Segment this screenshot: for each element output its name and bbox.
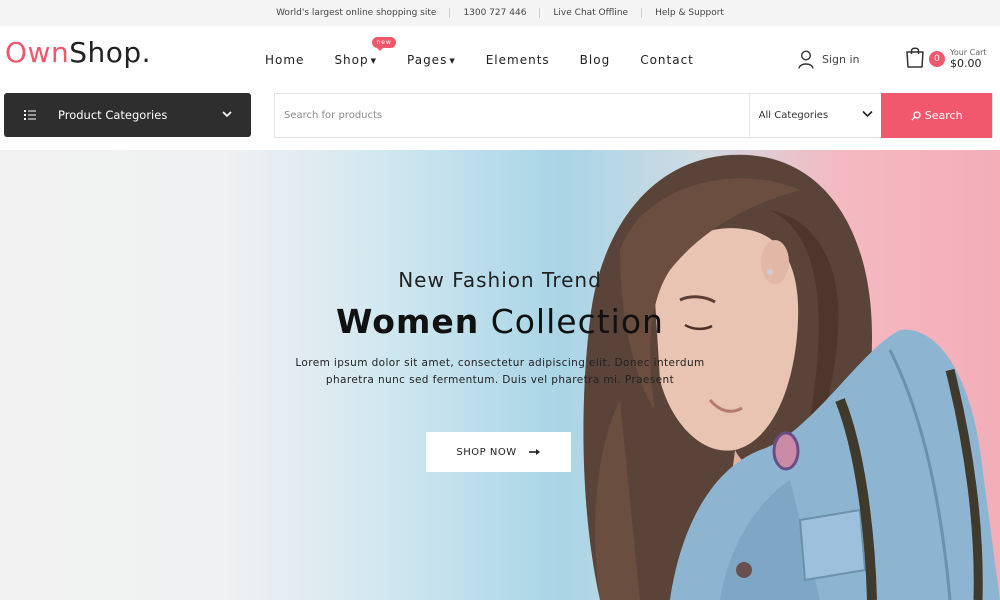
arrow-right-icon [528,449,540,455]
topbar-help-support[interactable]: Help & Support [642,8,737,18]
hero-title-light: Collection [490,302,664,341]
shopping-bag-icon [906,47,924,68]
hero-description-line-2: pharetra nunc sed fermentum. Duis vel ph… [325,374,675,386]
search-bar: All Categories Search [274,93,993,138]
user-icon [798,50,814,69]
nav-label-elements: Elements [485,53,550,67]
nav-item-elements[interactable]: Elements [486,53,550,67]
search-input[interactable] [275,94,749,137]
hero-kicker: New Fashion Trend [398,268,602,292]
nav-label-shop: Shop [334,53,369,67]
hero-banner: New Fashion Trend Women Collection Lorem… [0,150,1000,600]
search-icon [911,110,921,120]
list-icon [24,110,36,120]
sign-in-label: Sign in [822,53,860,66]
product-categories-label: Product Categories [58,108,168,122]
site-header: OwnShop. Home new Shop ▼ Pages ▼ Elements … [0,26,1000,90]
shop-now-label: SHOP NOW [456,446,517,458]
site-logo[interactable]: OwnShop. [5,36,151,69]
nav-label-blog: Blog [579,53,611,67]
logo-part-shop: Shop. [69,36,152,69]
cart-amount: $0.00 [950,57,982,70]
topbar-phone[interactable]: 1300 727 446 [450,8,541,18]
nav-item-blog[interactable]: Blog [580,53,611,67]
topbar-live-chat[interactable]: Live Chat Offline [540,8,643,18]
logo-part-own: Own [5,36,70,69]
hero-content: New Fashion Trend Women Collection Lorem… [250,268,750,389]
cart-button[interactable]: 0 Your Cart $0.00 [905,46,987,70]
new-badge: new [372,37,396,51]
search-button[interactable]: Search [881,93,993,138]
chevron-down-icon [862,110,873,118]
hero-title-bold: Women [336,302,480,341]
nav-label-home: Home [265,53,305,67]
category-select[interactable]: All Categories [748,94,882,137]
topbar-tagline: World's largest online shopping site [263,8,451,18]
caret-down-icon: ▼ [370,56,378,65]
nav-label-pages: Pages [407,53,448,67]
search-button-label: Search [924,109,963,122]
nav-label-contact: Contact [640,53,694,67]
cart-summary: Your Cart $0.00 [950,48,987,70]
caret-down-icon: ▼ [449,56,456,65]
hero-title: Women Collection [250,302,750,341]
cart-count-badge: 0 [929,51,945,67]
nav-item-pages[interactable]: Pages ▼ [407,53,456,67]
hero-description: Lorem ipsum dolor sit amet, consectetur … [250,355,750,389]
main-nav: Home new Shop ▼ Pages ▼ Elements Blog Cont… [265,37,724,67]
category-select-value: All Categories [758,110,829,121]
shop-now-button[interactable]: SHOP NOW [426,432,571,472]
nav-item-shop[interactable]: new Shop ▼ [334,37,396,67]
cart-label: Your Cart [950,48,987,57]
chevron-down-icon [222,111,232,118]
top-info-bar: World's largest online shopping site 130… [0,0,1000,26]
product-categories-button[interactable]: Product Categories [4,93,251,137]
hero-description-line-1: Lorem ipsum dolor sit amet, consectetur … [295,357,705,369]
sign-in-link[interactable]: Sign in [798,50,860,69]
nav-item-contact[interactable]: Contact [640,53,694,67]
nav-item-home[interactable]: Home [265,53,304,67]
